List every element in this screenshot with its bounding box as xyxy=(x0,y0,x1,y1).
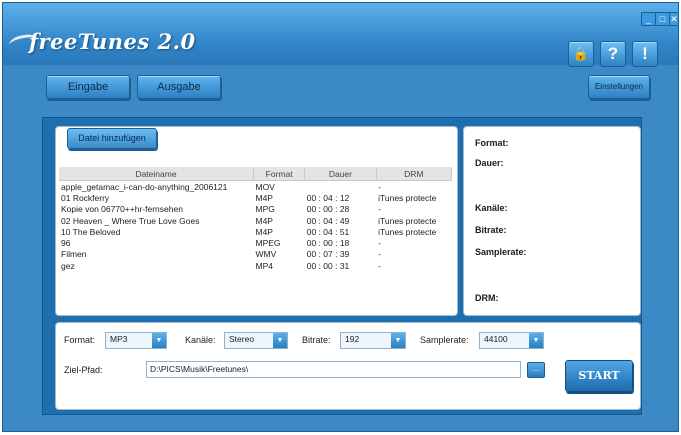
cell-duration: 00 : 00 : 18 xyxy=(306,238,350,249)
cell-filename: Kopie von 06770++hr-fernsehen xyxy=(61,204,183,215)
tab-output[interactable]: Ausgabe xyxy=(137,75,221,99)
info-icon[interactable]: ! xyxy=(632,41,658,67)
cell-format: MP4 xyxy=(255,260,273,271)
cell-drm: iTunes protecte xyxy=(378,226,437,237)
cell-format: MOV xyxy=(255,181,275,192)
column-header[interactable]: DRM xyxy=(376,167,453,181)
cell-drm: - xyxy=(378,249,381,260)
format-label: Format: xyxy=(64,335,96,345)
format-select[interactable]: MP3 ▼ xyxy=(105,332,167,349)
add-file-button[interactable]: Datei hinzufügen xyxy=(67,128,157,149)
cell-format: MPG xyxy=(255,204,275,215)
cell-drm: - xyxy=(378,204,381,215)
cell-format: M4P xyxy=(255,215,273,226)
table-row[interactable]: 96 MPEG 00 : 00 : 18 - xyxy=(59,237,452,248)
table-row[interactable]: Filmen WMV 00 : 07 : 39 - xyxy=(59,249,452,260)
bitrate-label: Bitrate: xyxy=(302,335,331,345)
bitrate-select[interactable]: 192 ▼ xyxy=(340,332,406,349)
column-header[interactable]: Dauer xyxy=(304,167,377,181)
table-row[interactable]: 10 The Beloved M4P 00 : 04 : 51 iTunes prot… xyxy=(59,226,452,237)
cell-filename: 10 The Beloved xyxy=(61,226,121,237)
channels-value: Stereo xyxy=(229,334,255,344)
channels-label: Kanäle: xyxy=(185,335,216,345)
start-button[interactable]: START xyxy=(565,360,633,392)
info-samplerate-label: Samplerate: xyxy=(475,247,527,257)
cell-duration: 00 : 04 : 51 xyxy=(306,226,350,237)
cell-format: M4P xyxy=(255,192,273,203)
minimize-button[interactable]: _ xyxy=(641,12,656,26)
cell-duration: 00 : 07 : 39 xyxy=(306,249,350,260)
settings-button[interactable]: Einstellungen xyxy=(588,75,650,99)
browse-button[interactable]: ... xyxy=(527,362,545,378)
cell-filename: gez xyxy=(61,260,75,271)
table-row[interactable]: 01 Rockferry M4P 00 : 04 : 12 iTunes protec… xyxy=(59,192,452,203)
info-bitrate-label: Bitrate: xyxy=(475,225,507,235)
file-table: Dateiname Format Dauer DRM apple_getamac… xyxy=(59,167,453,271)
chevron-down-icon: ▼ xyxy=(152,333,166,348)
column-header[interactable]: Format xyxy=(253,167,306,181)
info-format-label: Format: xyxy=(475,138,509,148)
format-value: MP3 xyxy=(110,334,128,344)
cell-drm: - xyxy=(378,238,381,249)
table-row[interactable]: 02 Heaven _ Where True Love Goes M4P 00 : … xyxy=(59,215,452,226)
samplerate-value: 44100 xyxy=(484,334,508,344)
chevron-down-icon: ▼ xyxy=(529,333,543,348)
cell-drm: iTunes protecte xyxy=(378,215,437,226)
cell-drm: - xyxy=(378,181,381,192)
close-button[interactable]: ✕ xyxy=(669,12,679,26)
cell-format: WMV xyxy=(255,249,277,260)
cell-duration: 00 : 04 : 49 xyxy=(306,215,350,226)
column-header[interactable]: Dateiname xyxy=(59,167,254,181)
cell-duration: 00 : 04 : 12 xyxy=(306,192,350,203)
cell-duration xyxy=(305,181,376,193)
path-label: Ziel-Pfad: xyxy=(64,365,103,375)
chevron-down-icon: ▼ xyxy=(391,333,405,348)
table-row[interactable]: apple_getamac_i-can-do-anything_2006121 M… xyxy=(59,181,452,193)
table-row[interactable]: Kopie von 06770++hr-fernsehen MPG 00 : 00 … xyxy=(59,204,452,215)
samplerate-label: Samplerate: xyxy=(420,335,469,345)
samplerate-select[interactable]: 44100 ▼ xyxy=(479,332,544,349)
cell-filename: 02 Heaven _ Where True Love Goes xyxy=(61,215,200,226)
lock-icon[interactable]: 🔒 xyxy=(568,41,594,67)
cell-format: M4P xyxy=(255,226,273,237)
app-logo: freeTunes 2.0 xyxy=(29,29,196,54)
info-duration-label: Dauer: xyxy=(475,158,504,168)
info-channels-label: Kanäle: xyxy=(475,203,508,213)
chevron-down-icon: ▼ xyxy=(273,333,287,348)
cell-duration: 00 : 00 : 31 xyxy=(306,260,350,271)
info-drm-label: DRM: xyxy=(475,293,499,303)
help-icon[interactable]: ? xyxy=(600,41,626,67)
cell-filename: Filmen xyxy=(61,249,87,260)
cell-filename: apple_getamac_i-can-do-anything_2006121 xyxy=(61,181,228,192)
target-path-field[interactable]: D:\PICS\Musik\Freetunes\ xyxy=(146,361,521,378)
cell-drm: iTunes protecte xyxy=(378,192,437,203)
tab-input[interactable]: Eingabe xyxy=(46,75,130,99)
title-bar: freeTunes 2.0 _ □ ✕ 🔒 ? ! xyxy=(3,3,679,67)
cell-drm: - xyxy=(378,260,381,271)
cell-filename: 96 xyxy=(61,238,71,249)
table-header: Dateiname Format Dauer DRM xyxy=(59,167,453,181)
file-info-panel xyxy=(463,126,641,316)
cell-duration: 00 : 00 : 28 xyxy=(306,204,350,215)
target-path-value: D:\PICS\Musik\Freetunes\ xyxy=(150,364,249,374)
bitrate-value: 192 xyxy=(345,334,360,344)
table-row[interactable]: gez MP4 00 : 00 : 31 - xyxy=(59,260,452,271)
maximize-button[interactable]: □ xyxy=(655,12,670,26)
cell-format: MPEG xyxy=(255,238,281,249)
cell-filename: 01 Rockferry xyxy=(61,192,110,203)
channels-select[interactable]: Stereo ▼ xyxy=(224,332,288,349)
